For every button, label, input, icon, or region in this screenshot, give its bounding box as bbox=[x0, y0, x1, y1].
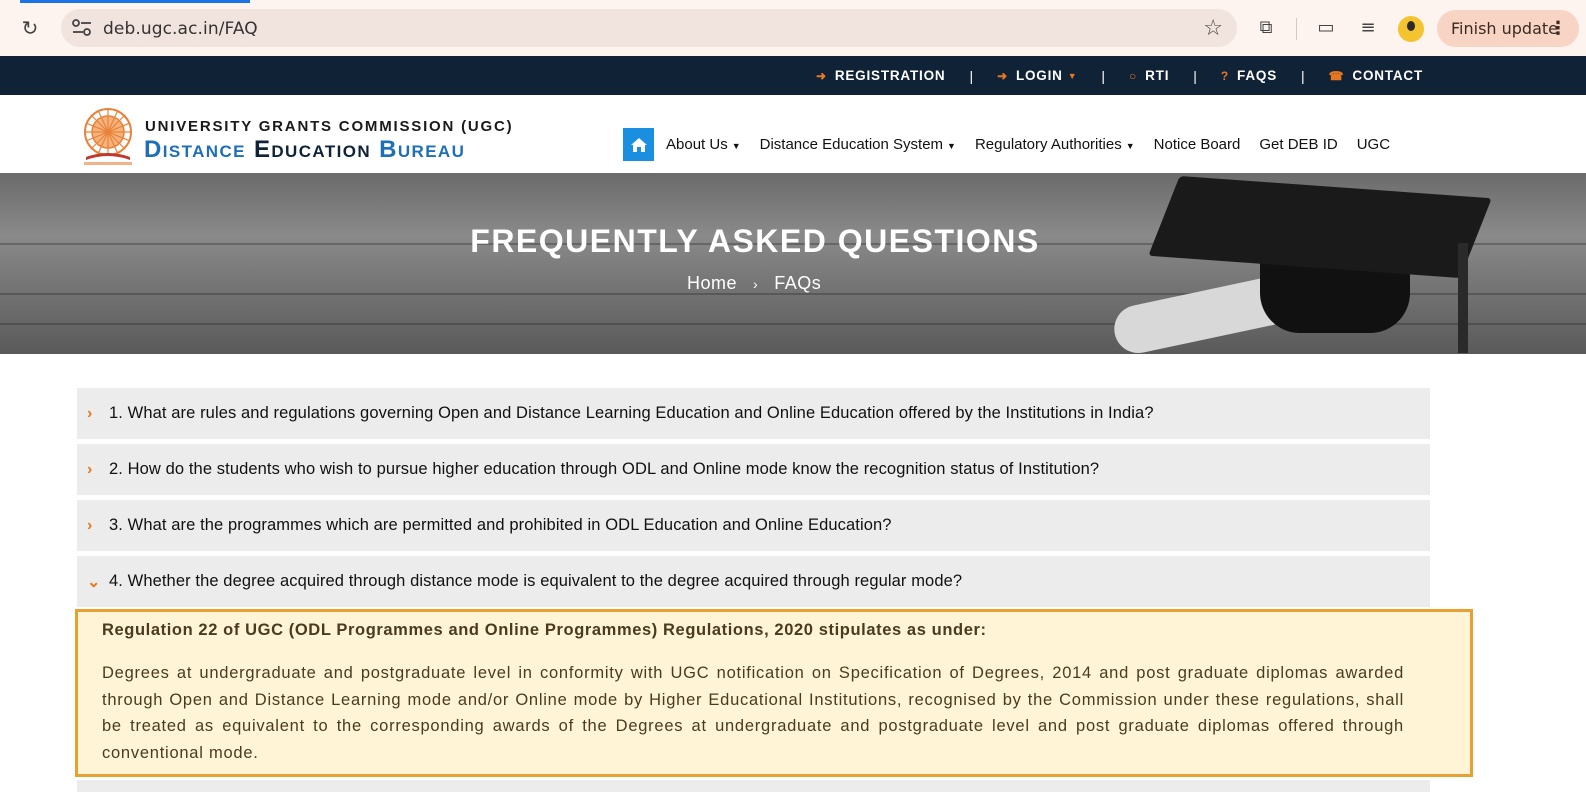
finish-update-label: Finish update bbox=[1451, 19, 1559, 38]
nav-about-us-label: About Us bbox=[666, 136, 728, 153]
registration-label: REGISTRATION bbox=[834, 68, 946, 83]
page-banner: FREQUENTLY ASKED QUESTIONS Home › FAQs bbox=[0, 173, 1586, 354]
phone-icon: ☎ bbox=[1328, 68, 1345, 83]
contact-label: CONTACT bbox=[1352, 68, 1423, 83]
next-faq-item-edge bbox=[77, 780, 1430, 792]
chevron-right-icon: › bbox=[87, 516, 93, 534]
topnav-separator: | bbox=[1301, 67, 1305, 84]
login-link[interactable]: ➜ LOGIN ▼ bbox=[997, 68, 1077, 83]
contact-link[interactable]: ☎ CONTACT bbox=[1329, 68, 1423, 83]
page-title: FREQUENTLY ASKED QUESTIONS bbox=[470, 223, 1040, 259]
nav-about-us[interactable]: About Us ▼ bbox=[666, 136, 741, 153]
answer-body: Degrees at undergraduate and postgraduat… bbox=[102, 664, 1404, 762]
nav-notice-board-label: Notice Board bbox=[1153, 136, 1241, 153]
faq-question: 2. How do the students who wish to pursu… bbox=[109, 460, 1100, 478]
faq-question: 4. Whether the degree acquired through d… bbox=[109, 572, 963, 590]
bureau-word-2: Education bbox=[253, 136, 372, 163]
page-load-progress bbox=[20, 0, 250, 3]
org-name: UNIVERSITY GRANTS COMMISSION (UGC) bbox=[145, 118, 514, 135]
nav-des-label: Distance Education System bbox=[759, 136, 944, 153]
bookmark-star-icon[interactable]: ☆ bbox=[1203, 16, 1223, 41]
browser-toolbar: ↻ deb.ugc.ac.in/FAQ ☆ ⧉ ▭ ≡ Finish updat… bbox=[0, 0, 1586, 56]
more-menu-icon[interactable]: ⋮ bbox=[1549, 10, 1567, 47]
rti-label: RTI bbox=[1145, 68, 1170, 83]
cast-icon[interactable]: ▭ bbox=[1314, 16, 1338, 40]
site-header: UNIVERSITY GRANTS COMMISSION (UGC) Dista… bbox=[0, 95, 1586, 173]
caret-down-icon: ▼ bbox=[731, 141, 741, 151]
faq-question: 3. What are the programmes which are per… bbox=[109, 516, 892, 534]
url-text[interactable]: deb.ugc.ac.in/FAQ bbox=[103, 19, 258, 39]
ugc-logo[interactable] bbox=[78, 105, 138, 167]
address-bar[interactable]: deb.ugc.ac.in/FAQ ☆ bbox=[61, 9, 1237, 47]
faqs-label: FAQS bbox=[1237, 68, 1278, 83]
caret-down-icon: ▼ bbox=[947, 141, 956, 151]
sign-in-icon: ➜ bbox=[997, 68, 1008, 83]
question-icon: ? bbox=[1220, 68, 1230, 83]
topnav-separator: | bbox=[969, 67, 974, 84]
chevron-down-icon: ⌄ bbox=[87, 573, 101, 591]
nav-ugc[interactable]: UGC bbox=[1357, 136, 1390, 153]
main-nav: About Us ▼ Distance Education System ▼ Reg… bbox=[623, 128, 1390, 161]
nav-get-deb-id[interactable]: Get DEB ID bbox=[1259, 136, 1337, 153]
nav-ra-label: Regulatory Authorities bbox=[974, 136, 1122, 153]
extensions-icon[interactable]: ⧉ bbox=[1254, 16, 1278, 40]
chat-icon: ○ bbox=[1129, 68, 1138, 83]
media-queue-icon[interactable]: ≡ bbox=[1356, 16, 1380, 40]
bureau-word-1: Distance bbox=[144, 136, 246, 163]
home-icon bbox=[630, 137, 647, 152]
faq-item-expanded[interactable]: ⌄ 4. Whether the degree acquired through… bbox=[77, 556, 1430, 607]
breadcrumb: Home › FAQs bbox=[687, 273, 821, 294]
faq-item[interactable]: › 3. What are the programmes which are p… bbox=[77, 500, 1430, 551]
site-info-icon[interactable] bbox=[71, 18, 93, 38]
toolbar-divider bbox=[1296, 18, 1297, 40]
breadcrumb-current: FAQs bbox=[774, 273, 822, 293]
faq-question: 1. What are rules and regulations govern… bbox=[109, 404, 1154, 422]
breadcrumb-home[interactable]: Home bbox=[687, 273, 737, 294]
top-utility-bar: ➜ REGISTRATION | ➜ LOGIN ▼ | ○ RTI | ? F… bbox=[0, 56, 1586, 95]
caret-down-icon: ▼ bbox=[1125, 141, 1135, 151]
profile-avatar[interactable] bbox=[1398, 16, 1424, 42]
faq-item[interactable]: › 2. How do the students who wish to pur… bbox=[77, 444, 1430, 495]
chevron-right-icon: › bbox=[87, 460, 93, 478]
faq-accordion: › 1. What are rules and regulations gove… bbox=[77, 388, 1430, 612]
topnav-separator: | bbox=[1193, 67, 1197, 84]
chevron-right-icon: › bbox=[87, 404, 93, 422]
reload-icon[interactable]: ↻ bbox=[18, 16, 42, 40]
nav-regulatory-authorities[interactable]: Regulatory Authorities ▼ bbox=[975, 136, 1135, 153]
nav-get-deb-id-label: Get DEB ID bbox=[1259, 136, 1338, 153]
rti-link[interactable]: ○ RTI bbox=[1129, 68, 1169, 83]
faq-answer-panel: Regulation 22 of UGC (ODL Programmes and… bbox=[75, 609, 1473, 777]
caret-down-icon: ▼ bbox=[1067, 70, 1078, 81]
home-button[interactable] bbox=[623, 128, 654, 161]
top-utility-nav: ➜ REGISTRATION | ➜ LOGIN ▼ | ○ RTI | ? F… bbox=[816, 56, 1423, 95]
faq-item[interactable]: › 1. What are rules and regulations gove… bbox=[77, 388, 1430, 439]
answer-heading: Regulation 22 of UGC (ODL Programmes and… bbox=[102, 621, 987, 639]
topnav-separator: | bbox=[1101, 67, 1106, 84]
registration-link[interactable]: ➜ REGISTRATION bbox=[816, 68, 945, 83]
breadcrumb-separator: › bbox=[753, 275, 759, 292]
bureau-word-3: Bureau bbox=[379, 136, 466, 163]
nav-ugc-label: UGC bbox=[1356, 136, 1391, 153]
finish-update-button[interactable]: Finish update ⋮ bbox=[1437, 10, 1579, 47]
nav-notice-board[interactable]: Notice Board bbox=[1154, 136, 1241, 153]
login-label: LOGIN bbox=[1015, 68, 1063, 83]
sign-in-icon: ➜ bbox=[815, 68, 827, 83]
nav-distance-education-system[interactable]: Distance Education System ▼ bbox=[760, 136, 956, 153]
bureau-name: Distance Education Bureau bbox=[144, 136, 465, 164]
faqs-link[interactable]: ? FAQS bbox=[1221, 68, 1277, 83]
